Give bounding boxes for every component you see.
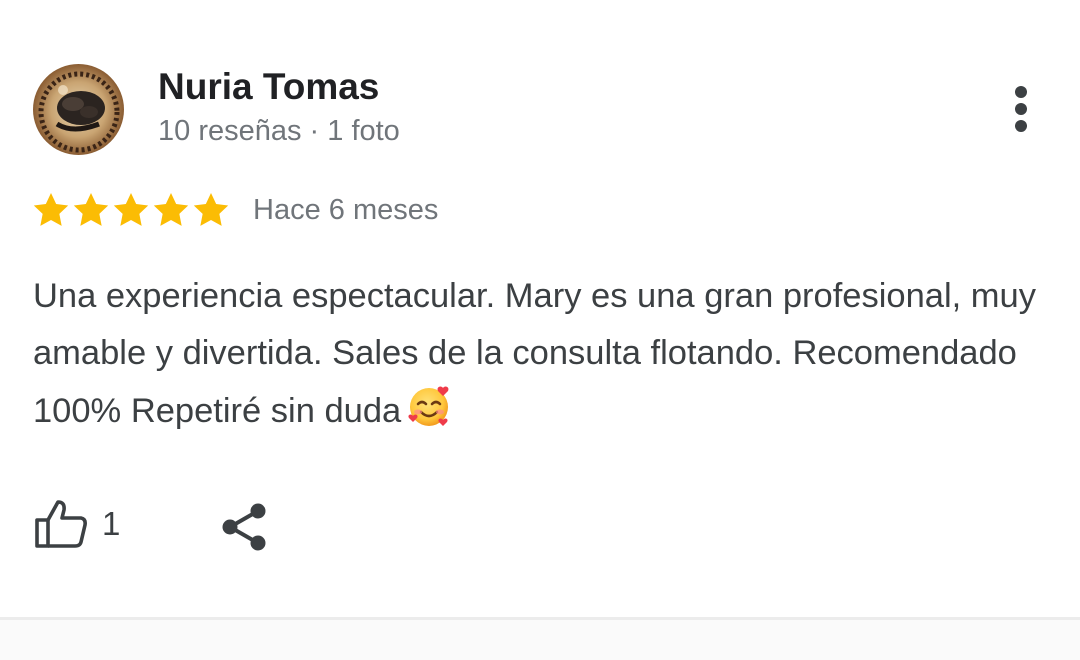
review-date: Hace 6 meses <box>253 193 439 226</box>
star-icon <box>191 190 231 230</box>
like-button[interactable]: 1 <box>34 496 120 552</box>
share-button[interactable] <box>218 500 270 554</box>
star-icon <box>31 190 71 230</box>
star-icon <box>151 190 191 230</box>
review-body: Una experiencia espectacular. Mary es un… <box>33 268 1063 440</box>
thumbs-up-icon <box>35 500 87 548</box>
next-item-strip <box>0 620 1080 660</box>
review-text: Una experiencia espectacular. Mary es un… <box>33 277 1036 430</box>
star-rating <box>31 190 231 230</box>
share-icon <box>222 503 266 551</box>
star-icon <box>71 190 111 230</box>
author-meta[interactable]: 10 reseñas · 1 foto <box>158 115 400 148</box>
review-card: Nuria Tomas 10 reseñas · 1 foto Hace 6 m… <box>0 0 1080 620</box>
smiling-face-with-hearts-icon <box>405 382 453 430</box>
author-name[interactable]: Nuria Tomas <box>158 66 379 108</box>
rating-row: Hace 6 meses <box>31 188 438 232</box>
more-vert-icon <box>1015 86 1027 132</box>
avatar[interactable] <box>33 64 124 155</box>
like-count: 1 <box>102 505 121 542</box>
more-options-button[interactable] <box>1000 80 1044 140</box>
star-icon <box>111 190 151 230</box>
